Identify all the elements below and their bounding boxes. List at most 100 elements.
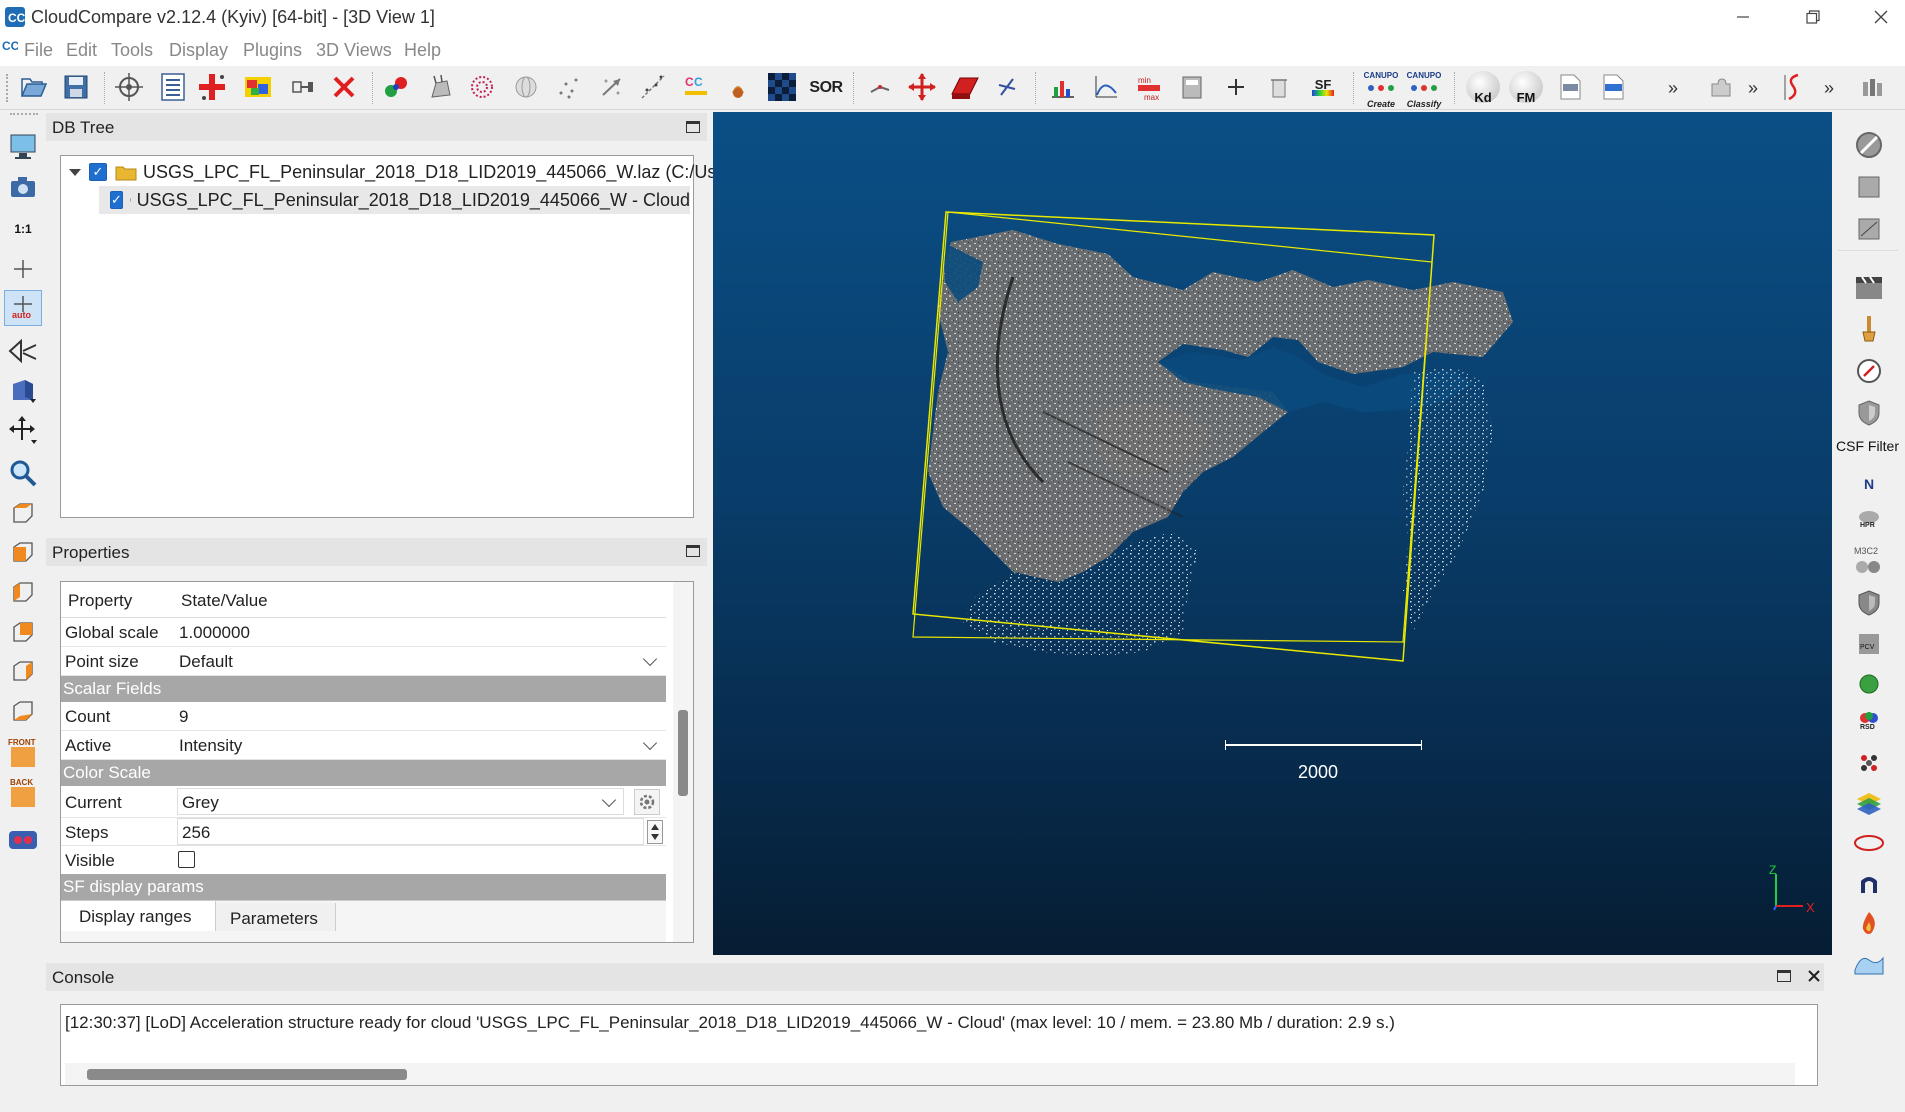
cluster-button[interactable]: [1852, 746, 1886, 780]
stereo-button[interactable]: [4, 822, 42, 858]
normals-n-button[interactable]: N: [1852, 467, 1886, 501]
left-toolbar-grip[interactable]: [10, 113, 38, 117]
perspective-button[interactable]: [4, 372, 42, 408]
list-button[interactable]: [157, 70, 189, 104]
db-tree-float-button[interactable]: [686, 121, 700, 133]
menu-display[interactable]: Display: [169, 40, 228, 61]
rsd-button[interactable]: RSD: [1852, 706, 1886, 740]
clone-button[interactable]: [287, 70, 319, 104]
arch-button[interactable]: [1852, 866, 1886, 900]
layers-button[interactable]: [1852, 786, 1886, 820]
pick-rotation-button[interactable]: [991, 70, 1023, 104]
distribution-fit-button[interactable]: [1090, 70, 1122, 104]
tree-checkbox-cloud[interactable]: ✓: [110, 191, 123, 209]
menu-tools[interactable]: Tools: [111, 40, 153, 61]
tab-display-ranges[interactable]: Display ranges: [61, 901, 216, 931]
add-sf-button[interactable]: [1220, 70, 1252, 104]
set-pivot-button[interactable]: [4, 251, 42, 287]
merge-button[interactable]: [242, 70, 274, 104]
interpolate-button[interactable]: [596, 70, 628, 104]
pan-button[interactable]: [4, 412, 42, 448]
prop-row-visible[interactable]: Visible: [61, 846, 666, 875]
steps-spin-buttons[interactable]: [647, 820, 663, 844]
zoom-one-to-one-button[interactable]: 1:1: [4, 211, 42, 247]
histogram-button[interactable]: [1047, 70, 1079, 104]
export-csv-button[interactable]: [1597, 70, 1629, 104]
view-left-button[interactable]: [4, 574, 42, 610]
view-iso-back-button[interactable]: BACK: [4, 774, 42, 810]
steps-spinbox[interactable]: 256: [177, 818, 644, 845]
console-float-button[interactable]: [1777, 970, 1791, 982]
zoom-button[interactable]: [4, 455, 42, 491]
menu-3d-views[interactable]: 3D Views: [316, 40, 392, 61]
view-iso-front-button[interactable]: FRONT: [4, 734, 42, 770]
sample-points-button[interactable]: [553, 70, 585, 104]
save-button[interactable]: [60, 70, 92, 104]
view-right-button[interactable]: [4, 653, 42, 689]
console-close-icon[interactable]: [1807, 969, 1821, 983]
disable-button[interactable]: [1852, 128, 1886, 162]
pcv-button[interactable]: PCV: [1852, 627, 1886, 661]
shield2-button[interactable]: [1852, 586, 1886, 620]
normals-button[interactable]: [425, 70, 457, 104]
tree-item-cloud[interactable]: ✓ USGS_LPC_FL_Peninsular_2018_D18_LID201…: [99, 186, 690, 214]
gear-icon[interactable]: [634, 789, 660, 815]
view-options-button[interactable]: [1858, 70, 1890, 104]
segment-button[interactable]: [948, 70, 980, 104]
delete-sf-button[interactable]: [1263, 70, 1295, 104]
close-window-button[interactable]: [1858, 0, 1904, 34]
cloud-layers-button[interactable]: [1852, 170, 1886, 204]
app-menu-icon[interactable]: CC: [2, 38, 18, 52]
properties-float-button[interactable]: [686, 545, 700, 557]
visible-checkbox[interactable]: [178, 851, 195, 868]
color-scale-select[interactable]: Grey: [177, 788, 624, 815]
active-sf-select[interactable]: Intensity: [179, 736, 242, 756]
ellipse-button[interactable]: [1852, 826, 1886, 860]
animation-button[interactable]: [1852, 270, 1886, 304]
prop-row-steps[interactable]: Steps 256: [61, 818, 666, 846]
compass-button[interactable]: [1852, 312, 1886, 346]
prop-row-active[interactable]: Active Intensity: [61, 731, 666, 760]
console-scrollbar-thumb[interactable]: [87, 1069, 407, 1080]
display-settings-button[interactable]: [4, 128, 42, 164]
sf-color-button[interactable]: SF: [1307, 70, 1339, 104]
fast-marching-button[interactable]: FM: [1508, 70, 1544, 104]
auto-pivot-button[interactable]: auto: [4, 290, 42, 326]
fit-button[interactable]: [637, 70, 669, 104]
menu-edit[interactable]: Edit: [66, 40, 97, 61]
tab-parameters[interactable]: Parameters: [216, 903, 336, 931]
add-point-button[interactable]: [196, 70, 228, 104]
menu-help[interactable]: Help: [404, 40, 441, 61]
delete-button[interactable]: [328, 70, 360, 104]
csf-filter-button[interactable]: [1852, 396, 1886, 430]
camera-settings-button[interactable]: [4, 169, 42, 205]
kd-tree-button[interactable]: Kd: [1465, 70, 1501, 104]
view-bottom-button[interactable]: [4, 693, 42, 729]
collapse-arrow-icon[interactable]: [67, 164, 83, 180]
open-button[interactable]: [18, 70, 50, 104]
sf-minmax-button[interactable]: min max: [1133, 70, 1165, 104]
fire-button[interactable]: [1852, 906, 1886, 940]
cloud-compare-plugin-button[interactable]: CC: [680, 70, 712, 104]
point-cloud-render[interactable]: [713, 112, 1832, 955]
canupo-classify-button[interactable]: CANUPO Classify: [1404, 70, 1444, 109]
3d-view[interactable]: 2000 Z X: [713, 112, 1832, 955]
translate-rotate-button[interactable]: [906, 70, 938, 104]
view-back-button[interactable]: [4, 614, 42, 650]
console-scrollbar[interactable]: [65, 1063, 1795, 1085]
m3c2-button[interactable]: M3C2: [1852, 544, 1886, 578]
properties-scrollbar[interactable]: [673, 582, 693, 942]
point-picking-button[interactable]: [113, 70, 145, 104]
menu-plugins[interactable]: Plugins: [243, 40, 302, 61]
tree-checkbox-laz[interactable]: ✓: [89, 163, 107, 181]
toolbar-grip[interactable]: [6, 74, 10, 102]
point-size-select[interactable]: Default: [179, 652, 233, 672]
toolbar-overflow-button-3[interactable]: »: [1824, 78, 1834, 99]
sphere-button[interactable]: [1852, 667, 1886, 701]
mesh-button[interactable]: [510, 70, 542, 104]
export-sbf-button[interactable]: [1554, 70, 1586, 104]
color-button[interactable]: [722, 70, 754, 104]
sor-filter-button[interactable]: SOR: [809, 70, 843, 104]
menu-file[interactable]: File: [24, 40, 53, 61]
hpr-button[interactable]: HPR: [1852, 505, 1886, 539]
